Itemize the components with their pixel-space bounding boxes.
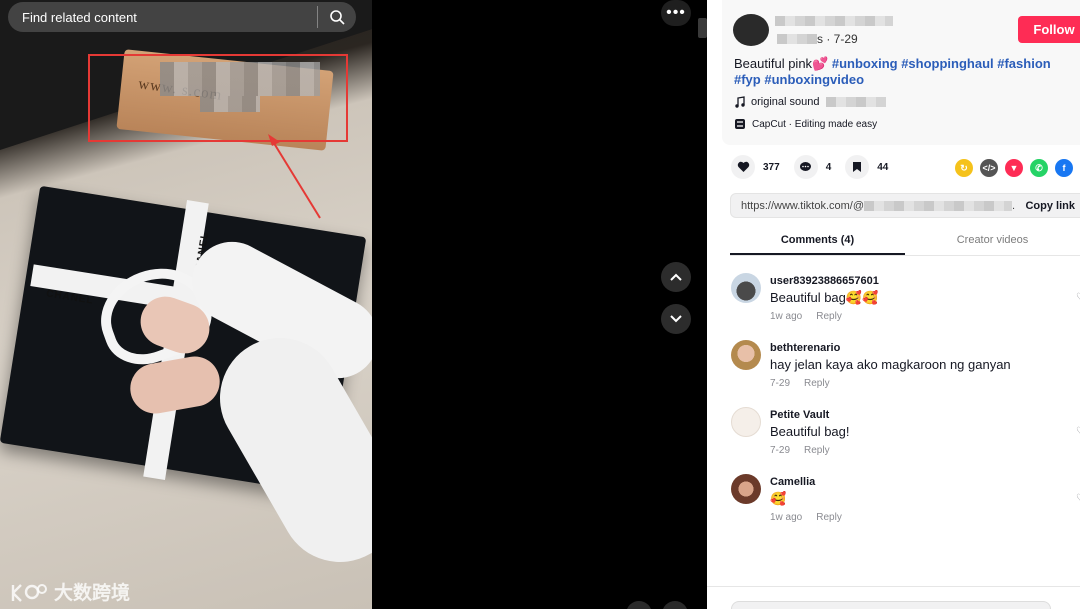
facebook-icon[interactable]: f [1055, 159, 1073, 177]
previous-video-button[interactable] [661, 262, 691, 292]
repost-icon[interactable]: ↻ [955, 159, 973, 177]
comment-meta: 7-29 Reply [770, 445, 830, 456]
author-avatar[interactable] [733, 14, 769, 46]
commenter-name[interactable]: Petite Vault [770, 409, 829, 421]
video-link[interactable]: https://www.tiktok.com/@. [731, 200, 1025, 212]
comment-action[interactable]: 4 [793, 155, 832, 179]
capcut-row[interactable]: CapCut · Editing made easy [734, 118, 877, 130]
action-bar: 377 4 44 [731, 155, 902, 179]
commenter-avatar[interactable] [731, 273, 761, 303]
comment-date: 1w ago [770, 512, 803, 523]
search-bar[interactable]: Find related content [8, 2, 356, 32]
search-input[interactable]: Find related content [8, 10, 317, 25]
save-count: 44 [877, 161, 889, 173]
copy-link-button[interactable]: Copy link [1025, 200, 1080, 212]
comment-text: hay jelan kaya ako magkaroon ng ganyan [770, 357, 1011, 372]
like-comment-icon[interactable]: ♡ [1076, 292, 1080, 303]
description-text: Beautiful pink💕 [734, 56, 832, 71]
like-comment-icon[interactable]: ♡ [1076, 493, 1080, 504]
comment-list: user83923886657601 Beautiful bag🥰🥰 1w ag… [731, 270, 1080, 538]
blurred-link [864, 200, 1013, 211]
link-row: https://www.tiktok.com/@. Copy link [730, 193, 1080, 218]
like-action[interactable]: 377 [731, 155, 780, 179]
embed-icon[interactable]: </> [980, 159, 998, 177]
link-suffix: . [1012, 199, 1016, 212]
tab-comments[interactable]: Comments (4) [730, 228, 905, 255]
details-panel: s · 7-29 Follow Beautiful pink💕 #unboxin… [707, 0, 1080, 609]
tiktok-video-page: www. s.com CHANEL CHANEL Find related co… [0, 0, 1080, 609]
blurred-nickname [777, 34, 817, 44]
comment-item: user83923886657601 Beautiful bag🥰🥰 1w ag… [731, 270, 1080, 337]
comment-meta: 1w ago Reply [770, 512, 842, 523]
comment-date: 7-29 [770, 378, 791, 389]
more-options-button[interactable]: ••• [661, 0, 691, 26]
reply-button[interactable]: Reply [804, 445, 830, 456]
comment-count: 4 [825, 161, 832, 173]
post-date: s · 7-29 [817, 32, 858, 46]
heart-icon[interactable] [731, 155, 755, 179]
chevron-down-icon [670, 315, 682, 323]
reply-button[interactable]: Reply [816, 311, 842, 322]
music-note-icon [735, 96, 745, 108]
comment-item: Camellia 🥰 1w ago Reply ♡ [731, 471, 1080, 538]
save-action[interactable]: 44 [845, 155, 888, 179]
music-row[interactable]: original sound [734, 96, 886, 108]
watermark-logo-icon [11, 583, 47, 602]
reply-button[interactable]: Reply [816, 512, 842, 523]
commenter-avatar[interactable] [731, 340, 761, 370]
share-icons: ↻ </> ▼ ✆ f [955, 159, 1073, 177]
player-area [372, 0, 707, 609]
like-comment-icon[interactable]: ♡ [1076, 426, 1080, 437]
comment-text: Beautiful bag! [770, 424, 850, 439]
commenter-name[interactable]: bethterenario [770, 342, 840, 354]
comment-item: bethterenario hay jelan kaya ako magkaro… [731, 337, 1071, 404]
capcut-icon [735, 119, 745, 129]
search-icon[interactable] [318, 2, 356, 32]
comment-text: 🥰 [770, 491, 787, 506]
comment-item: Petite Vault Beautiful bag! 7-29 Reply ♡ [731, 404, 1080, 471]
comment-meta: 7-29 Reply [770, 378, 830, 389]
add-comment-input[interactable] [731, 601, 1051, 609]
comment-icon[interactable] [793, 155, 818, 179]
video-frame[interactable]: www. s.com CHANEL CHANEL Find related co… [0, 0, 372, 609]
divider [707, 586, 1080, 587]
commenter-avatar[interactable] [731, 474, 761, 504]
watermark: 大数跨境 [10, 578, 130, 605]
comment-meta: 1w ago Reply [770, 311, 842, 322]
post-description: Beautiful pink💕 #unboxing #shoppinghaul … [734, 56, 1074, 88]
comment-date: 7-29 [770, 445, 791, 456]
comment-date: 1w ago [770, 311, 803, 322]
chevron-up-icon [670, 273, 682, 281]
link-text: https://www.tiktok.com/@ [741, 199, 865, 212]
blurred-username [775, 16, 893, 26]
tab-creator-videos[interactable]: Creator videos [905, 228, 1080, 255]
watermark-text: 大数跨境 [54, 583, 131, 604]
comment-tabs: Comments (4) Creator videos [730, 228, 1080, 256]
panel-edge-tab[interactable] [698, 18, 707, 38]
like-count: 377 [763, 161, 780, 173]
whatsapp-icon[interactable]: ✆ [1030, 159, 1048, 177]
blurred-sound-name [825, 97, 886, 107]
commenter-name[interactable]: Camellia [770, 476, 815, 488]
bookmark-icon[interactable] [845, 155, 870, 179]
follow-button[interactable]: Follow [1018, 16, 1080, 43]
send-icon[interactable]: ▼ [1005, 159, 1023, 177]
reply-button[interactable]: Reply [804, 378, 830, 389]
next-video-button[interactable] [661, 304, 691, 334]
comment-text: Beautiful bag🥰🥰 [770, 290, 879, 305]
commenter-name[interactable]: user83923886657601 [770, 275, 879, 287]
commenter-avatar[interactable] [731, 407, 761, 437]
capcut-text: CapCut · Editing made easy [752, 118, 878, 130]
music-name: original sound [751, 96, 820, 108]
